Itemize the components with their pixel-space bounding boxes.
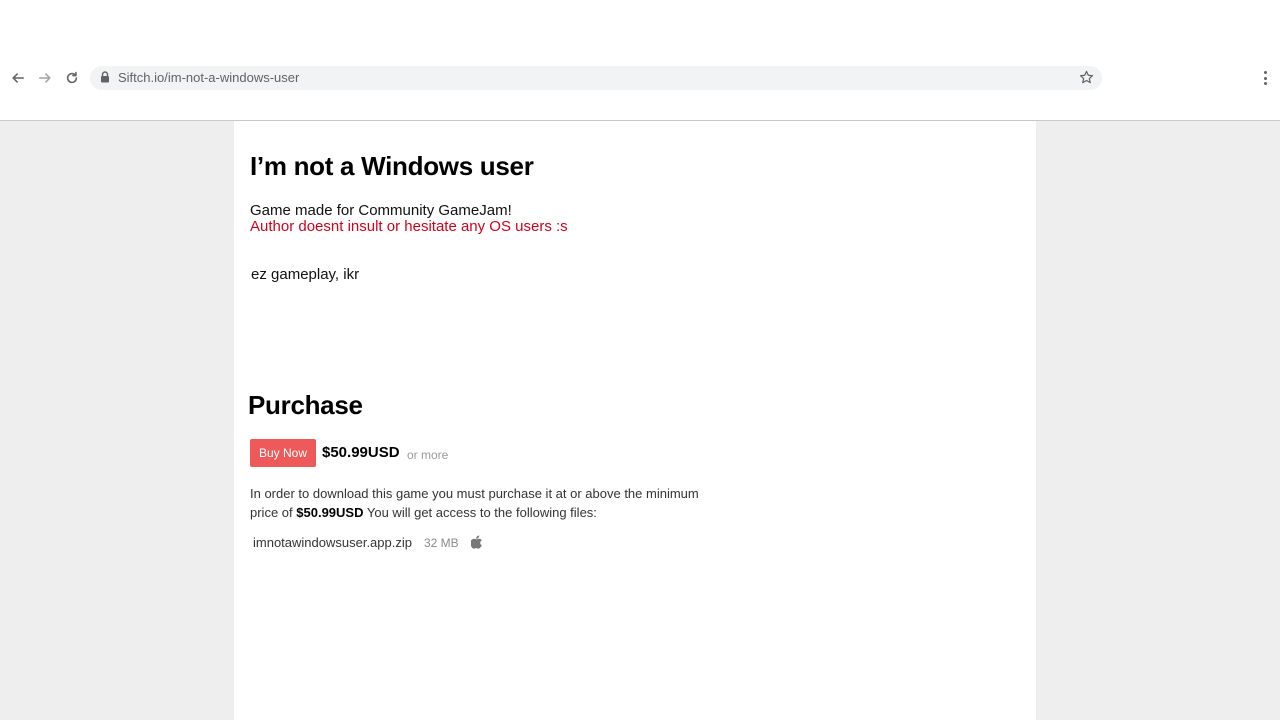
back-arrow-icon — [12, 73, 25, 83]
or-more-label: or more — [407, 448, 449, 462]
forward-button[interactable] — [34, 67, 56, 89]
description-line-3: ez gameplay, ikr — [251, 266, 360, 283]
apple-icon — [471, 535, 482, 549]
game-title: I’m not a Windows user — [250, 151, 534, 181]
purchase-heading: Purchase — [248, 390, 363, 420]
info-price: $50.99USD — [296, 505, 364, 520]
file-name: imnotawindowsuser.app.zip — [253, 535, 412, 550]
info-files-text: You will get access to the following fil… — [366, 505, 597, 520]
purchase-info-line-1: In order to download this game you must … — [250, 486, 699, 501]
description-line-1: Game made for Community GameJam! — [250, 202, 512, 219]
description-notice: Author doesnt insult or hesitate any OS … — [250, 218, 568, 235]
reload-button[interactable] — [61, 67, 83, 89]
url-text[interactable]: Siftch.io/im-not-a-windows-user — [118, 70, 299, 85]
forward-arrow-icon — [38, 73, 51, 83]
tab-strip — [0, 0, 1280, 62]
purchase-info-line-2: price of $50.99USD You will get access t… — [250, 505, 597, 520]
kebab-menu-icon[interactable] — [1258, 70, 1272, 86]
back-button[interactable] — [7, 67, 29, 89]
price-label: $50.99USD — [322, 444, 400, 461]
buy-now-button[interactable]: Buy Now — [250, 439, 316, 467]
reload-icon — [66, 71, 78, 84]
star-icon[interactable] — [1079, 70, 1094, 85]
lock-icon — [101, 71, 109, 83]
file-size: 32 MB — [424, 536, 459, 550]
info-price-prefix: price of — [250, 505, 293, 520]
